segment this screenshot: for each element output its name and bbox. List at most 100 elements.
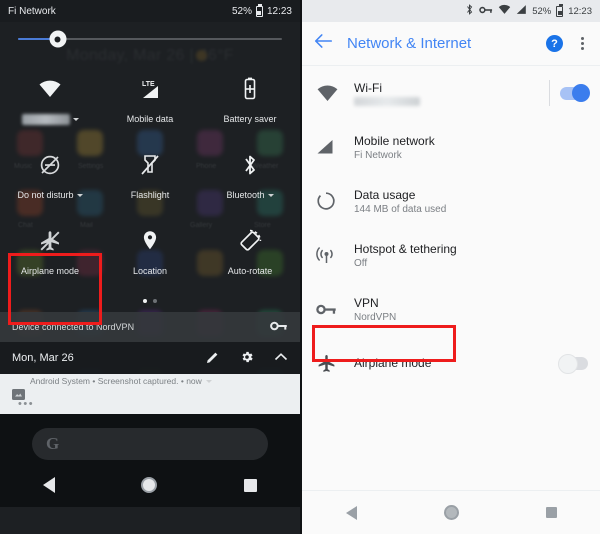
settings-row-title: Airplane mode bbox=[354, 356, 432, 370]
tile-mobile-data[interactable]: LTE Mobile data bbox=[100, 62, 200, 138]
bluetooth-icon bbox=[465, 3, 474, 19]
tile-dnd-text: Do not disturb bbox=[17, 190, 74, 200]
data-usage-icon bbox=[316, 191, 354, 211]
overflow-menu-icon[interactable] bbox=[577, 35, 588, 52]
carrier-label: Fi Network bbox=[8, 5, 56, 17]
left-status-bar: Fi Network 52% 12:23 bbox=[0, 0, 300, 22]
tile-airplane-mode-label: Airplane mode bbox=[20, 266, 80, 276]
settings-row-mobile-network[interactable]: Mobile network Fi Network bbox=[302, 120, 600, 174]
page-dot-inactive[interactable] bbox=[153, 299, 157, 303]
wifi-toggle-switch[interactable] bbox=[560, 84, 590, 102]
page-indicator[interactable] bbox=[0, 290, 300, 312]
battery-icon bbox=[556, 4, 564, 17]
battery-percent-label: 52% bbox=[532, 5, 552, 17]
brightness-track[interactable] bbox=[18, 30, 282, 48]
settings-row-data-usage[interactable]: Data usage 144 MB of data used bbox=[302, 174, 600, 228]
airplane-mode-toggle-switch[interactable] bbox=[558, 354, 588, 374]
quick-settings-panel: Monday, Mar 26 | 46°F Music Settings Pho… bbox=[0, 0, 300, 534]
chevron-up-icon[interactable] bbox=[274, 352, 288, 365]
help-icon[interactable]: ? bbox=[546, 35, 563, 52]
footer-date-label: Mon, Mar 26 bbox=[12, 352, 74, 364]
auto-rotate-icon bbox=[238, 228, 262, 254]
settings-list: Wi-Fi Mobile network Fi Network Data usa… bbox=[302, 66, 600, 390]
vpn-notice-row[interactable]: Device connected to NordVPN bbox=[0, 312, 300, 342]
chevron-down-icon[interactable] bbox=[267, 193, 274, 197]
vpn-notice-text: Device connected to NordVPN bbox=[12, 322, 135, 332]
settings-row-title: Hotspot & tethering bbox=[354, 241, 457, 256]
home-circle-icon[interactable] bbox=[443, 505, 459, 520]
settings-row-title: VPN bbox=[354, 295, 379, 310]
settings-row-wifi-control bbox=[541, 80, 590, 106]
recents-square-icon[interactable] bbox=[243, 478, 257, 492]
tile-auto-rotate[interactable]: Auto-rotate bbox=[200, 214, 300, 290]
chevron-down-icon[interactable] bbox=[76, 193, 83, 197]
vpn-key-icon bbox=[316, 303, 354, 316]
settings-row-hotspot-text: Hotspot & tethering Off bbox=[354, 242, 588, 269]
wifi-icon bbox=[316, 85, 354, 102]
tile-bluetooth-label: Bluetooth bbox=[226, 190, 274, 200]
settings-row-wifi-text: Wi-Fi bbox=[354, 81, 541, 106]
tile-battery-saver[interactable]: Battery saver bbox=[200, 62, 300, 138]
screenshot-stage: Monday, Mar 26 | 46°F Music Settings Pho… bbox=[0, 0, 600, 534]
clock-label: 12:23 bbox=[568, 5, 592, 17]
vertical-divider bbox=[549, 80, 550, 106]
tile-bluetooth[interactable]: Bluetooth bbox=[200, 138, 300, 214]
page-title: Network & Internet bbox=[347, 35, 472, 52]
gear-icon[interactable] bbox=[240, 350, 254, 367]
quick-settings-tiles: LTE Mobile data Battery saver Do not dis… bbox=[0, 56, 300, 290]
settings-row-wifi[interactable]: Wi-Fi bbox=[302, 66, 600, 120]
tile-wifi-label bbox=[21, 114, 79, 125]
chevron-down-icon[interactable] bbox=[205, 379, 212, 383]
svg-text:LTE: LTE bbox=[142, 81, 155, 88]
bluetooth-icon bbox=[241, 152, 259, 178]
notification-overflow[interactable]: ••• bbox=[0, 398, 300, 410]
settings-row-vpn[interactable]: VPN NordVPN bbox=[302, 282, 600, 336]
brightness-knob-icon[interactable] bbox=[49, 30, 67, 48]
tile-airplane-mode[interactable]: Airplane mode bbox=[0, 214, 100, 290]
back-triangle-icon[interactable] bbox=[43, 477, 56, 493]
settings-row-vpn-text: VPN NordVPN bbox=[354, 296, 588, 323]
tile-wifi[interactable] bbox=[0, 62, 100, 138]
pencil-edit-icon[interactable] bbox=[206, 350, 220, 367]
notification-header: Android System • Screenshot captured. • … bbox=[0, 374, 300, 386]
tile-row-2: Do not disturb Flashlight Bluetooth bbox=[0, 138, 300, 214]
settings-row-mobile-network-text: Mobile network Fi Network bbox=[354, 134, 588, 161]
chevron-down-icon[interactable] bbox=[72, 118, 79, 121]
right-status-bar: 52% 12:23 bbox=[302, 0, 600, 22]
signal-icon bbox=[516, 4, 527, 18]
settings-row-title: Mobile network bbox=[354, 133, 435, 148]
left-navigation-bar bbox=[0, 463, 300, 507]
tile-dnd-label: Do not disturb bbox=[17, 190, 83, 200]
tile-flashlight[interactable]: Flashlight bbox=[100, 138, 200, 214]
tile-location-label: Location bbox=[132, 266, 168, 276]
clock-label: 12:23 bbox=[266, 5, 292, 17]
redacted-ssid bbox=[21, 114, 70, 125]
wifi-icon bbox=[498, 4, 511, 18]
tile-battery-saver-label: Battery saver bbox=[223, 114, 277, 124]
tile-auto-rotate-label: Auto-rotate bbox=[227, 266, 273, 276]
google-search-bar[interactable]: G bbox=[32, 428, 268, 460]
right-navigation-bar bbox=[302, 490, 600, 534]
google-g-icon: G bbox=[46, 434, 60, 453]
recents-square-icon[interactable] bbox=[545, 507, 557, 518]
hotspot-icon bbox=[316, 245, 354, 265]
brightness-slider[interactable] bbox=[0, 22, 300, 56]
notification-strip[interactable]: Android System • Screenshot captured. • … bbox=[0, 374, 300, 414]
tile-mobile-data-label: Mobile data bbox=[126, 114, 174, 124]
airplane-icon bbox=[316, 353, 354, 374]
do-not-disturb-icon bbox=[39, 152, 61, 178]
home-circle-icon[interactable] bbox=[141, 477, 158, 493]
back-arrow-icon[interactable] bbox=[314, 33, 333, 54]
settings-row-airplane-mode[interactable]: Airplane mode bbox=[302, 336, 600, 390]
back-triangle-icon[interactable] bbox=[345, 505, 357, 520]
settings-row-subtitle: 144 MB of data used bbox=[354, 203, 447, 215]
settings-row-hotspot-tethering[interactable]: Hotspot & tethering Off bbox=[302, 228, 600, 282]
settings-panel: 52% 12:23 Network & Internet ? Wi-Fi Mob… bbox=[300, 0, 600, 534]
tile-do-not-disturb[interactable]: Do not disturb bbox=[0, 138, 100, 214]
tile-row-3: Airplane mode Location Auto-rotate bbox=[0, 214, 300, 290]
settings-row-airplane-text: Airplane mode bbox=[354, 356, 552, 370]
tile-location[interactable]: Location bbox=[100, 214, 200, 290]
lte-signal-icon: LTE bbox=[137, 76, 163, 102]
airplane-mode-off-icon bbox=[38, 228, 62, 254]
page-dot-active[interactable] bbox=[143, 299, 147, 303]
